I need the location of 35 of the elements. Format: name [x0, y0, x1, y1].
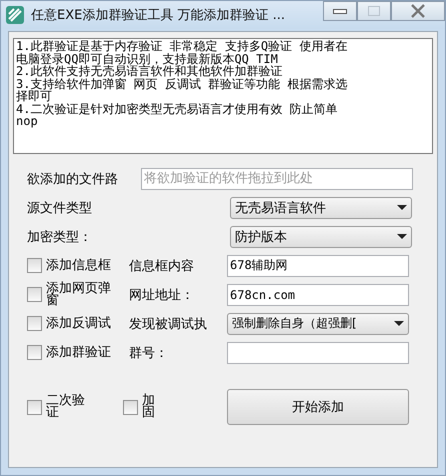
start-button[interactable]: 开始添加: [227, 389, 409, 425]
checkbox[interactable]: [27, 316, 42, 331]
input-field[interactable]: [227, 342, 409, 364]
input-field[interactable]: 678辅助网: [227, 254, 409, 276]
checkbox[interactable]: [123, 400, 138, 414]
input-field[interactable]: 678cn.com: [227, 284, 409, 306]
action-dropdown[interactable]: 强制删除自身（超强删[: [227, 312, 409, 334]
minimize-icon: [333, 8, 347, 14]
app-icon: [5, 5, 25, 25]
close-button[interactable]: [391, 1, 445, 21]
checkbox[interactable]: [27, 287, 42, 302]
option-label: 群号：: [129, 344, 169, 362]
encryption-type-dropdown[interactable]: 防护版本: [230, 226, 412, 248]
checkbox-label: 二次验证: [46, 395, 86, 419]
checkbox-label: 添加反调试: [46, 318, 112, 330]
checkbox-label: 添加群验证: [46, 346, 112, 358]
source-type-label: 源文件类型: [27, 200, 93, 216]
checkbox-label: 添加信息框: [46, 260, 112, 272]
checkbox[interactable]: [27, 345, 42, 360]
option-label: 网址地址：: [129, 286, 195, 304]
file-path-field[interactable]: 将欲加验证的软件拖拉到此处: [141, 168, 413, 190]
maximize-icon: [368, 6, 380, 16]
option-label: 发现被调试执: [129, 316, 208, 332]
notes-text-area[interactable]: 1.此群验证是基于内存验证 非常稳定 支持多Q验证 使用者在 电脑登录QQ即可自动识别，支持最新版本QQ TIM 2.此软件支持无壳易语言软件和其他软件加群验证 3.支持给软件加弹窗 网页 反调试 群验证等功能 根据需求选 择即可 4.二次验证是针对加密类型无壳易语言才使用有效 防止简单 nop: [13, 38, 433, 154]
checkbox[interactable]: [27, 258, 42, 273]
option-label: 信息框内容: [129, 258, 195, 274]
window-title: 任意EXE添加群验证工具 万能添加群验证 ...: [31, 7, 286, 24]
encryption-type-label: 加密类型：: [27, 228, 93, 246]
file-path-label: 欲添加的文件路: [27, 170, 119, 188]
close-icon: [410, 4, 426, 18]
checkbox-label: 添加网页弹窗: [46, 282, 112, 306]
minimize-button[interactable]: [323, 1, 357, 21]
source-type-dropdown[interactable]: 无壳易语言软件: [230, 196, 412, 218]
checkbox-label: 加固: [142, 395, 156, 419]
checkbox[interactable]: [27, 400, 42, 414]
